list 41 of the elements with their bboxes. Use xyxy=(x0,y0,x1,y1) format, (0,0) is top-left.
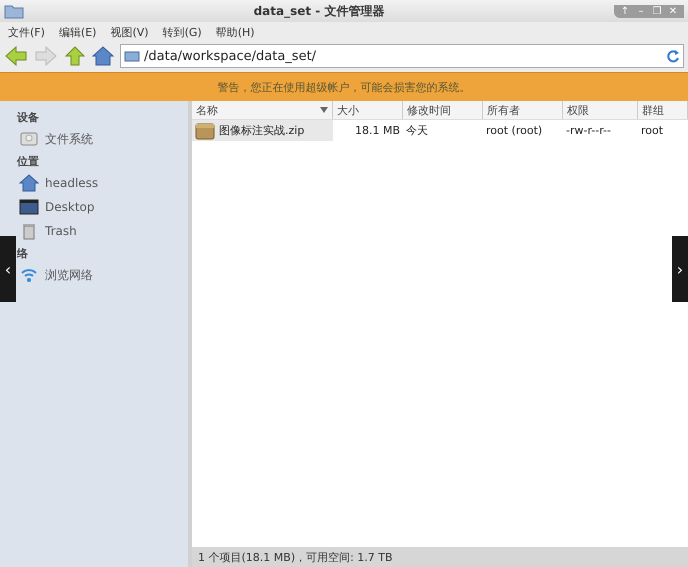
table-cell-text: root (root) xyxy=(485,123,544,139)
column-header[interactable]: 名称 xyxy=(192,101,333,119)
archive-icon xyxy=(195,122,215,140)
folder-icon xyxy=(4,3,24,19)
window-title: data_set - 文件管理器 xyxy=(252,2,386,20)
table-cell-text: -rw-r--r-- xyxy=(565,123,612,139)
column-header[interactable]: 所有者 xyxy=(483,101,563,119)
back-arrow-icon[interactable] xyxy=(4,45,28,67)
section-heading: 络 xyxy=(17,246,28,260)
sidebar-item[interactable]: headless xyxy=(17,171,100,195)
home-icon[interactable] xyxy=(92,45,114,67)
drive-icon xyxy=(124,50,140,62)
column-header[interactable]: 修改时间 xyxy=(403,101,483,119)
section-heading: 设备 xyxy=(17,110,39,124)
sort-down-icon xyxy=(320,107,328,113)
sidebar-item[interactable]: 文件系统 xyxy=(17,127,95,151)
refresh-icon xyxy=(666,49,680,63)
section-heading: 位置 xyxy=(17,154,39,168)
menu-item[interactable]: 转到(G) xyxy=(162,24,202,40)
location-field[interactable]: /data/workspace/data_set/ xyxy=(120,44,684,68)
status-bar: 1 个项目(18.1 MB)，可用空间: 1.7 TB xyxy=(192,547,688,567)
table-cell-text: root xyxy=(640,123,664,139)
menu-item[interactable]: 编辑(E) xyxy=(58,24,96,40)
previous-button[interactable]: ‹ xyxy=(0,236,16,302)
monitor-icon xyxy=(19,197,39,217)
menu-item[interactable]: 视图(V) xyxy=(110,24,149,40)
up-arrow-icon[interactable] xyxy=(64,45,86,67)
table-cell[interactable]: 图像标注实战.zip xyxy=(192,120,333,141)
sidebar-item[interactable]: Desktop xyxy=(17,195,96,219)
column-header[interactable]: 大小 xyxy=(333,101,403,119)
house-icon xyxy=(19,173,39,193)
warning-banner: 警告，您正在使用超级帐户，可能会损害您的系统。 xyxy=(0,72,688,101)
column-header[interactable]: 群组 xyxy=(638,101,688,119)
sidebar-item[interactable]: 浏览网络 xyxy=(17,263,95,287)
menu-item[interactable]: 文件(F) xyxy=(8,24,45,40)
sidebar-item[interactable]: Trash xyxy=(17,219,79,243)
column-header[interactable]: 权限 xyxy=(563,101,638,119)
table-cell-text: 18.1 MB xyxy=(354,123,401,139)
table-cell-text: 今天 xyxy=(405,123,429,139)
menu-item[interactable]: 帮助(H) xyxy=(216,24,255,40)
next-button[interactable]: › xyxy=(672,236,688,302)
